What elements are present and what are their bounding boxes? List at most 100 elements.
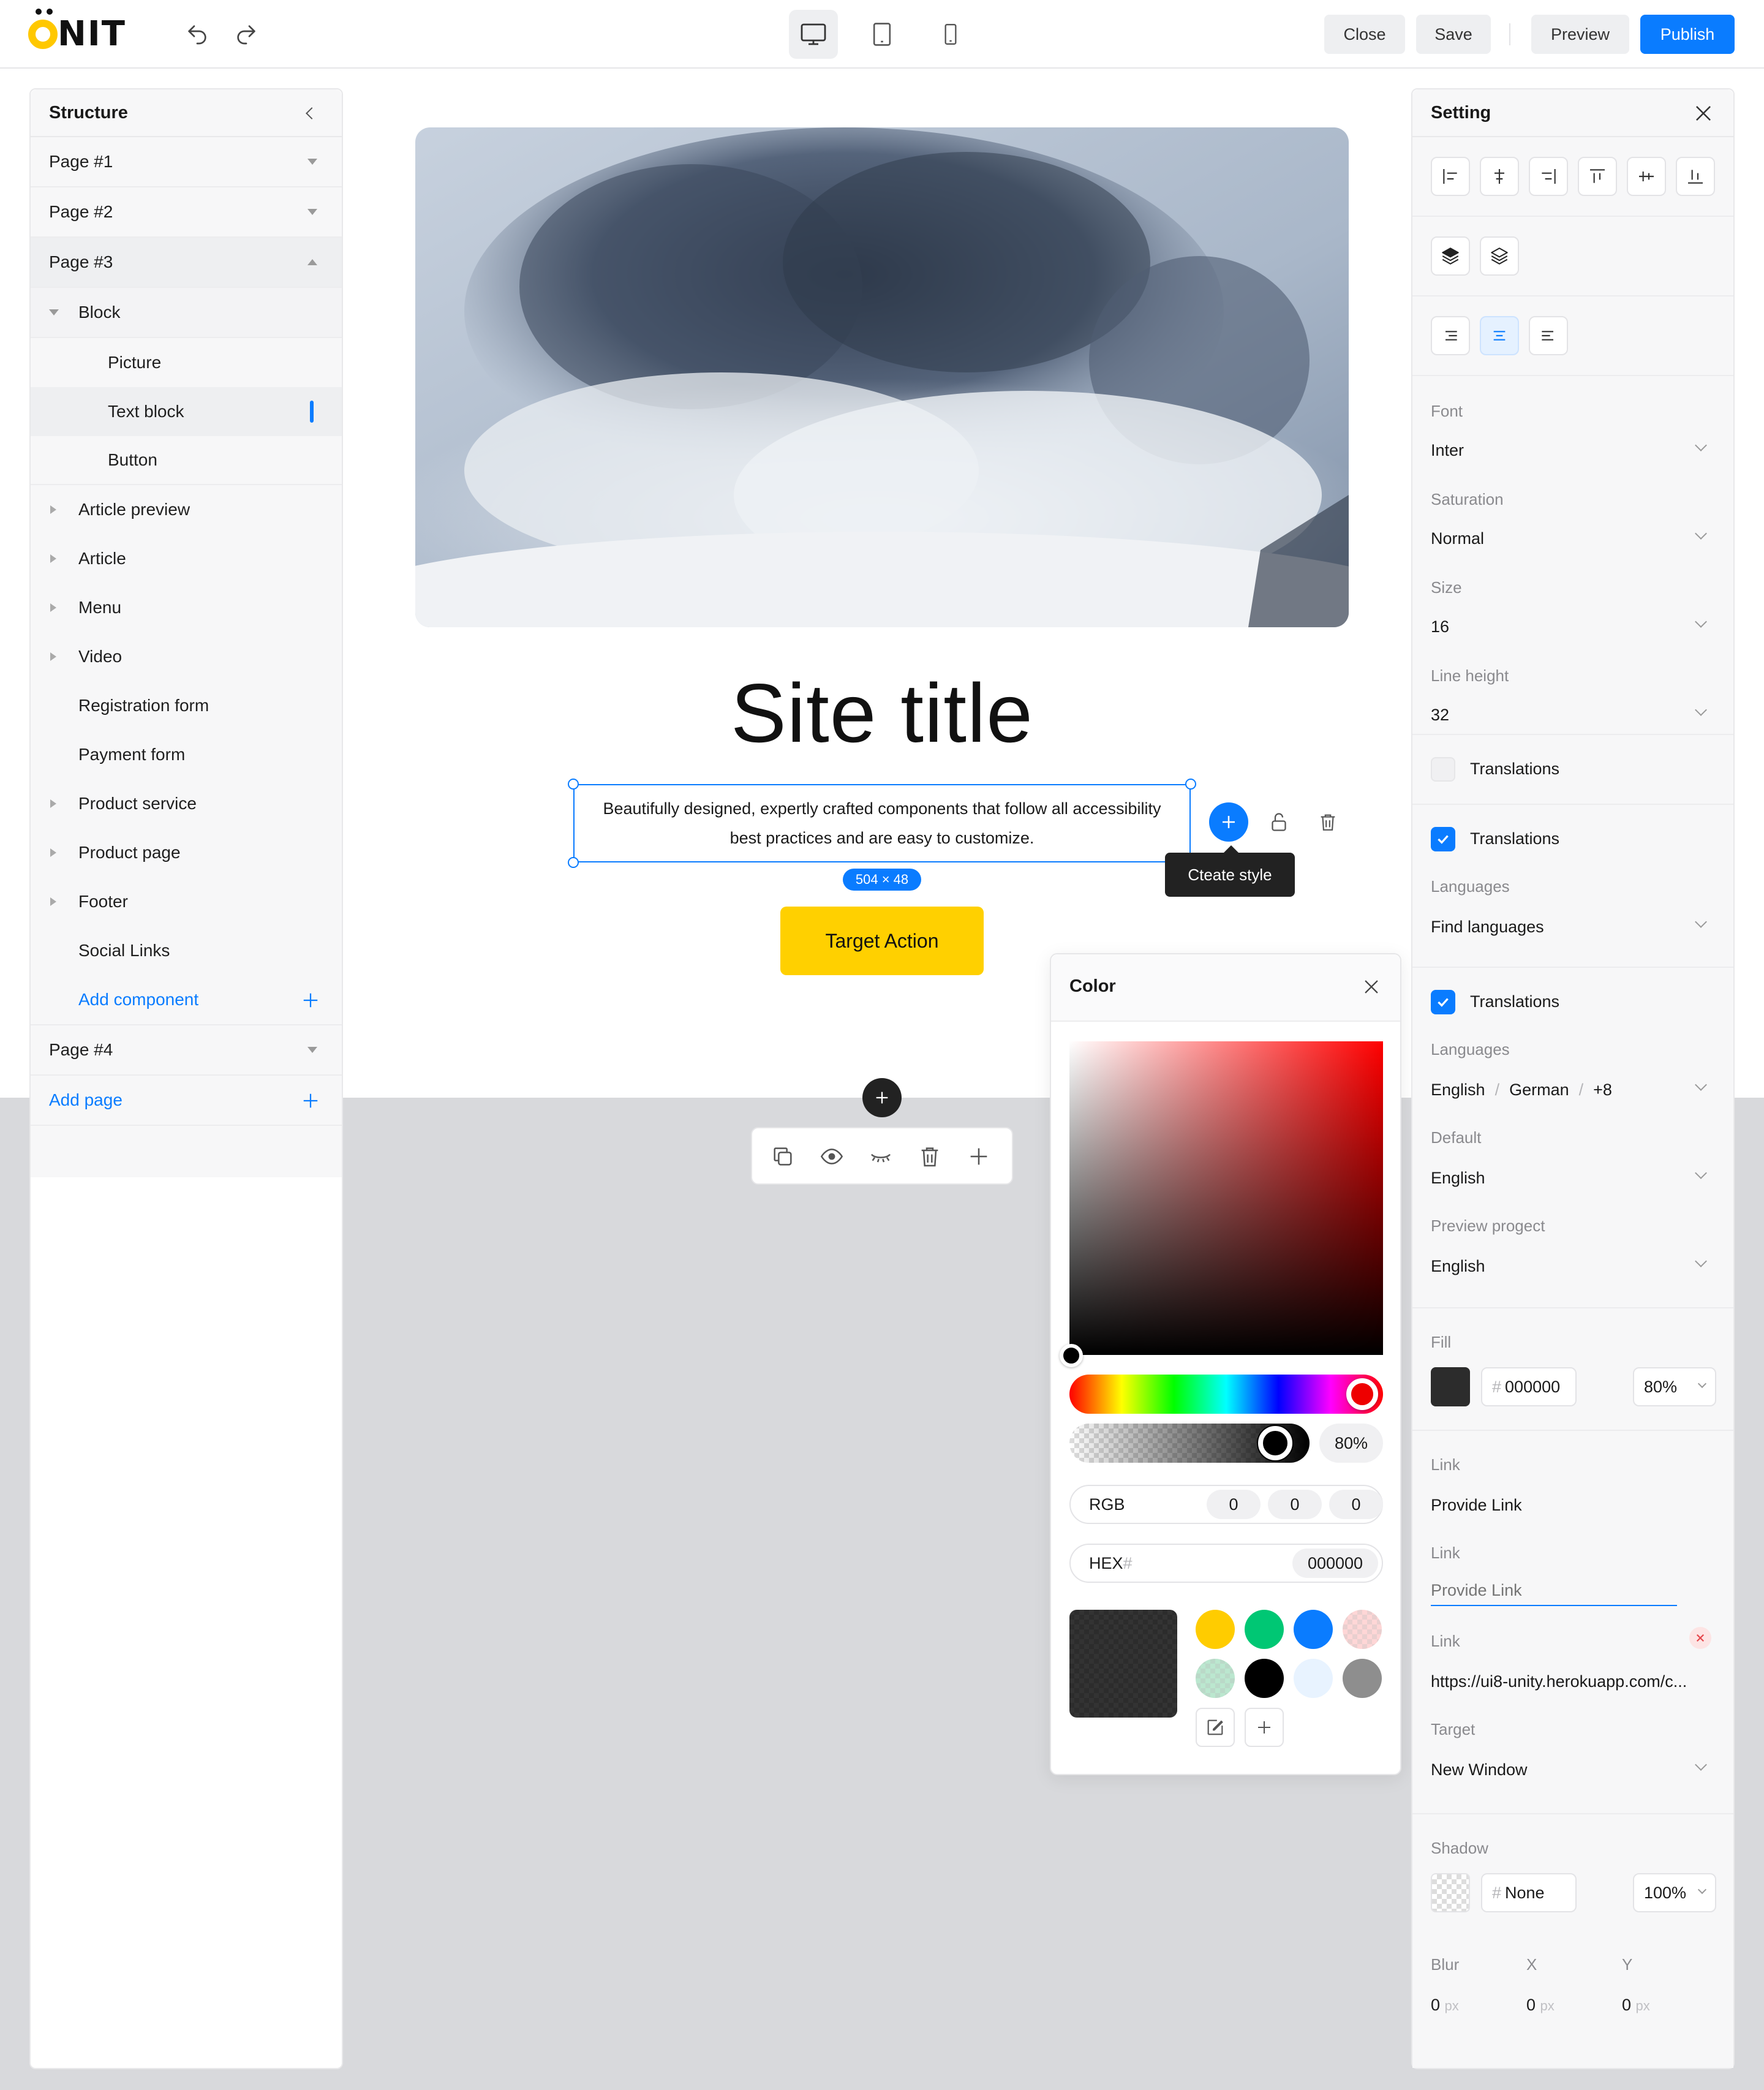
swatch-green[interactable] [1245,1610,1284,1649]
component-product-page[interactable]: Product page [31,828,342,877]
collapse-icon[interactable] [306,107,318,119]
tablet-view-button[interactable] [858,10,907,59]
expand-icon[interactable] [49,309,59,315]
component-menu[interactable]: Menu [31,583,342,632]
component-article-preview[interactable]: Article preview [31,485,342,534]
link-input[interactable] [1431,1575,1677,1606]
align-left-icon[interactable] [1431,157,1470,196]
align-center-h-icon[interactable] [1480,157,1519,196]
opacity-handle[interactable] [1258,1426,1292,1460]
align-bottom-icon[interactable] [1676,157,1715,196]
align-middle-icon[interactable] [1627,157,1666,196]
component-product-service[interactable]: Product service [31,779,342,828]
swatch-yellow[interactable] [1196,1610,1235,1649]
chevron-down-icon[interactable] [307,1047,317,1053]
saturation-area[interactable] [1069,1041,1383,1355]
blur-input[interactable]: 0 px [1431,1996,1459,2015]
translations-checkbox[interactable] [1431,757,1455,782]
chevron-down-icon[interactable] [1695,1255,1707,1267]
undo-icon[interactable] [181,18,213,50]
desktop-view-button[interactable] [789,10,838,59]
resize-handle[interactable] [568,857,579,868]
plus-icon[interactable] [301,1092,320,1110]
lock-icon[interactable] [1259,802,1298,842]
chevron-down-icon[interactable] [1695,916,1707,928]
translations-checkbox[interactable] [1431,990,1455,1014]
clear-link-icon[interactable] [1689,1627,1711,1649]
swatch-light-blue[interactable] [1294,1659,1333,1698]
block-child-picture[interactable]: Picture [31,338,342,387]
resize-handle[interactable] [1185,779,1196,790]
shadow-opacity-select[interactable]: 100% [1633,1873,1716,1912]
chevron-down-icon[interactable] [1695,704,1707,716]
add-component-link[interactable]: Add component [78,990,198,1009]
layers-filled-icon[interactable] [1431,236,1470,276]
block-child-button[interactable]: Button [31,436,342,485]
add-page-link[interactable]: Add page [49,1090,123,1110]
eye-closed-icon[interactable] [869,1144,893,1169]
eye-icon[interactable] [820,1144,844,1169]
add-component-row[interactable]: Add component [31,975,342,1025]
target-select[interactable]: New Window [1431,1760,1528,1779]
close-icon[interactable] [1361,976,1382,997]
chevron-down-icon[interactable] [1695,439,1707,451]
fill-hex-input[interactable]: #000000 [1481,1367,1577,1406]
size-select[interactable]: 16 [1431,617,1449,636]
component-article[interactable]: Article [31,534,342,583]
preview-project-select[interactable]: English [1431,1257,1485,1276]
chevron-down-icon[interactable] [307,159,317,165]
save-button[interactable]: Save [1416,15,1491,54]
chevron-down-icon[interactable] [1695,1759,1707,1771]
find-languages-select[interactable]: Find languages [1431,918,1544,937]
rgb-g-input[interactable]: 0 [1268,1490,1322,1519]
add-page-row[interactable]: Add page [31,1076,342,1126]
translations-checkbox[interactable] [1431,827,1455,851]
hex-input[interactable]: 000000 [1292,1549,1378,1578]
fill-color-swatch[interactable] [1431,1367,1470,1406]
swatch-green-transparent[interactable] [1196,1659,1235,1698]
edit-swatch-icon[interactable] [1196,1708,1235,1747]
hue-slider[interactable] [1069,1375,1383,1414]
shadow-color-swatch[interactable] [1431,1873,1470,1912]
chevron-down-icon[interactable] [307,209,317,215]
default-select[interactable]: English [1431,1169,1485,1188]
saturation-cursor[interactable] [1060,1344,1083,1367]
component-social-links[interactable]: Social Links [31,926,342,975]
hue-handle[interactable] [1346,1378,1378,1410]
swatch-pink-transparent[interactable] [1343,1610,1382,1649]
chevron-up-icon[interactable] [307,259,317,265]
close-button[interactable]: Close [1324,15,1405,54]
resize-handle[interactable] [568,779,579,790]
trash-icon[interactable] [1308,802,1348,842]
plus-icon[interactable] [301,991,320,1009]
swatch-gray[interactable] [1343,1659,1382,1698]
component-footer[interactable]: Footer [31,877,342,926]
preview-button[interactable]: Preview [1531,15,1629,54]
layers-outline-icon[interactable] [1480,236,1519,276]
target-action-button[interactable]: Target Action [780,907,984,975]
text-align-center-icon[interactable] [1480,316,1519,355]
opacity-value[interactable]: 80% [1319,1424,1383,1463]
redo-icon[interactable] [230,18,262,50]
add-swatch-icon[interactable] [1245,1708,1284,1747]
chevron-down-icon[interactable] [1695,616,1707,628]
page-item-4[interactable]: Page #4 [31,1025,342,1076]
chevron-down-icon[interactable] [1695,1079,1707,1091]
block-item[interactable]: Block [31,288,342,338]
y-input[interactable]: 0 px [1622,1996,1650,2015]
align-top-icon[interactable] [1578,157,1617,196]
swatch-blue[interactable] [1294,1610,1333,1649]
link-url[interactable]: https://ui8-unity.herokuapp.com/c... [1431,1672,1687,1691]
hero-image[interactable] [415,127,1349,627]
shadow-color-input[interactable]: # None [1481,1873,1577,1912]
fill-opacity-select[interactable]: 80% [1633,1367,1716,1406]
text-block[interactable]: Beautifully designed, expertly crafted c… [573,784,1191,862]
page-item-2[interactable]: Page #2 [31,187,342,238]
text-align-left-icon[interactable] [1529,316,1568,355]
rgb-b-input[interactable]: 0 [1329,1490,1383,1519]
block-child-text-block[interactable]: Text block [31,387,342,436]
page-item-3[interactable]: Page #3 [31,238,342,288]
saturation-select[interactable]: Normal [1431,529,1484,548]
font-select[interactable]: Inter [1431,441,1464,460]
publish-button[interactable]: Publish [1640,15,1735,54]
